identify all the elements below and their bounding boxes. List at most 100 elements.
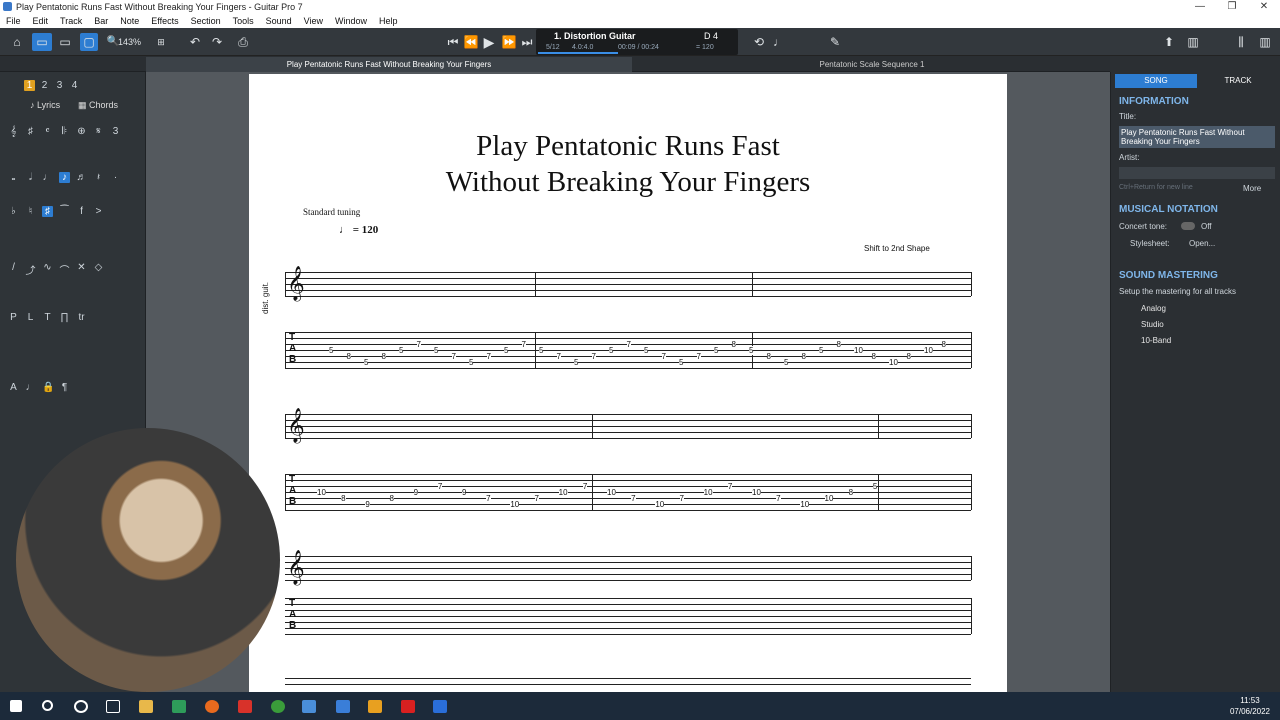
tab-document-1[interactable]: Play Pentatonic Runs Fast Without Breaki… xyxy=(146,57,632,72)
voice-2-button[interactable]: 2 xyxy=(39,80,50,91)
tab-fret-number[interactable]: 9 xyxy=(365,500,370,509)
title-field[interactable]: Play Pentatonic Runs Fast Without Breaki… xyxy=(1119,126,1275,148)
tab-song[interactable]: SONG xyxy=(1115,74,1197,88)
redo-icon[interactable]: ↷ xyxy=(208,33,226,51)
tab-fret-number[interactable]: 5 xyxy=(469,358,474,367)
tab-fret-number[interactable]: 7 xyxy=(451,352,456,361)
layout-icon[interactable]: ⊞ xyxy=(152,33,170,51)
quarter-note-icon[interactable]: ♩ xyxy=(42,172,53,183)
page-view-icon[interactable]: ▭ xyxy=(32,33,52,51)
start-icon[interactable] xyxy=(10,700,22,712)
skip-start-icon[interactable]: ⏮ xyxy=(444,33,462,51)
slide-icon[interactable]: / xyxy=(8,262,19,277)
media-icon[interactable] xyxy=(368,700,382,713)
tab-fret-number[interactable]: 7 xyxy=(437,482,443,491)
half-note-icon[interactable]: 𝅗𝅥 xyxy=(25,172,36,183)
screen-view-icon[interactable]: ▭ xyxy=(56,33,74,51)
tab-fret-number[interactable]: 7 xyxy=(679,494,684,503)
file-explorer-icon[interactable] xyxy=(139,700,153,713)
maximize-button[interactable]: ❐ xyxy=(1216,0,1248,14)
pick-stroke-icon[interactable]: ∏ xyxy=(59,312,70,323)
tab-fret-number[interactable]: 7 xyxy=(696,352,701,361)
vibrato-icon[interactable]: ∿ xyxy=(42,262,53,277)
lyrics-button[interactable]: ♪ Lyrics xyxy=(30,100,60,110)
tab-fret-number[interactable]: 10 xyxy=(317,488,326,497)
print-icon[interactable]: ⎙ xyxy=(234,33,252,51)
tab-fret-number[interactable]: 8 xyxy=(766,352,771,361)
menu-help[interactable]: Help xyxy=(379,14,398,28)
tab-fret-number[interactable]: 7 xyxy=(534,494,539,503)
tie-icon[interactable]: ⁀ xyxy=(59,206,70,217)
paragraph-icon[interactable]: ¶ xyxy=(59,382,70,393)
segno-icon[interactable]: 𝄋 xyxy=(93,126,104,137)
menu-tools[interactable]: Tools xyxy=(233,14,254,28)
tab-fret-number[interactable]: 7 xyxy=(486,352,491,361)
menu-effects[interactable]: Effects xyxy=(151,14,178,28)
rest-icon[interactable]: 𝄽 xyxy=(93,172,104,183)
bend-icon[interactable]: ⤴ xyxy=(25,262,36,277)
app-icon-2[interactable] xyxy=(336,700,350,713)
tab-fret-number[interactable]: 8 xyxy=(941,340,946,349)
parchment-view-icon[interactable]: ▢ xyxy=(80,33,98,51)
tab-fret-number[interactable]: 5 xyxy=(872,482,878,491)
menu-note[interactable]: Note xyxy=(120,14,139,28)
tab-fret-number[interactable]: 8 xyxy=(346,352,351,361)
sixteenth-note-icon[interactable]: ♬ xyxy=(76,172,87,183)
tab-fret-number[interactable]: 5 xyxy=(819,346,824,355)
tab-fret-number[interactable]: 7 xyxy=(591,352,596,361)
zoom-level[interactable]: 143% xyxy=(118,33,141,51)
voice-1-button[interactable]: 1 xyxy=(24,80,35,91)
tab-fret-number[interactable]: 8 xyxy=(731,340,736,349)
firefox-icon[interactable] xyxy=(205,700,219,713)
repeat-icon[interactable]: 𝄆 xyxy=(59,126,70,137)
beat-icon[interactable]: ♩ xyxy=(25,382,36,393)
hammer-icon[interactable]: ⌒ xyxy=(59,262,70,277)
harmonic-icon[interactable]: ◇ xyxy=(93,262,104,277)
tab-fret-number[interactable]: 7 xyxy=(582,482,588,491)
close-button[interactable]: ✕ xyxy=(1248,0,1280,14)
panel-icon[interactable]: ▥ xyxy=(1256,33,1274,51)
menu-edit[interactable]: Edit xyxy=(33,14,49,28)
tab-fret-number[interactable]: 7 xyxy=(626,340,631,349)
tab-fret-number[interactable]: 5 xyxy=(434,346,439,355)
effect-10-band[interactable]: 10-Band xyxy=(1119,334,1275,347)
menu-sound[interactable]: Sound xyxy=(266,14,292,28)
guitar-icon[interactable]: ⬆ xyxy=(1160,33,1178,51)
tab-fret-number[interactable]: 7 xyxy=(486,494,491,503)
search-icon[interactable] xyxy=(42,700,53,711)
tab-fret-number[interactable]: 5 xyxy=(364,358,369,367)
forward-icon[interactable]: ⏩ xyxy=(500,33,518,51)
dynamic-icon[interactable]: f xyxy=(76,206,87,217)
tab-fret-number[interactable]: 8 xyxy=(836,340,841,349)
tab-fret-number[interactable]: 5 xyxy=(749,346,754,355)
play-icon[interactable]: ▶ xyxy=(480,33,498,51)
tab-fret-number[interactable]: 8 xyxy=(848,488,854,497)
tab-fret-number[interactable]: 7 xyxy=(661,352,666,361)
tab-fret-number[interactable]: 5 xyxy=(329,346,334,355)
undo-icon[interactable]: ↶ xyxy=(186,33,204,51)
more-button[interactable]: More xyxy=(1243,184,1261,193)
tab-document-2[interactable]: Pentatonic Scale Sequence 1 xyxy=(634,57,1110,72)
menu-window[interactable]: Window xyxy=(335,14,367,28)
tab-fret-number[interactable]: 8 xyxy=(381,352,386,361)
chords-button[interactable]: ▦ Chords xyxy=(78,100,118,111)
tab-fret-number[interactable]: 8 xyxy=(389,494,394,503)
rewind-icon[interactable]: ⏪ xyxy=(462,33,480,51)
filezilla-icon[interactable] xyxy=(238,700,252,713)
tab-fret-number[interactable]: 5 xyxy=(399,346,404,355)
dot-icon[interactable]: · xyxy=(110,172,121,183)
video-editor-icon[interactable] xyxy=(433,700,447,713)
menu-section[interactable]: Section xyxy=(191,14,221,28)
tab-fret-number[interactable]: 7 xyxy=(521,340,526,349)
tab-fret-number[interactable]: 5 xyxy=(784,358,789,367)
task-view-icon[interactable] xyxy=(106,700,120,713)
whole-note-icon[interactable]: 𝅝 xyxy=(8,172,19,183)
clef-icon[interactable]: 𝄞 xyxy=(8,126,19,137)
chrome-icon[interactable] xyxy=(271,700,285,713)
tab-fret-number[interactable]: 5 xyxy=(539,346,544,355)
tab-track[interactable]: TRACK xyxy=(1197,74,1279,88)
tab-fret-number[interactable]: 10 xyxy=(800,500,810,509)
concert-tone-toggle[interactable] xyxy=(1181,222,1195,230)
tab-fret-number[interactable]: 5 xyxy=(679,358,684,367)
tab-fret-number[interactable]: 5 xyxy=(714,346,719,355)
